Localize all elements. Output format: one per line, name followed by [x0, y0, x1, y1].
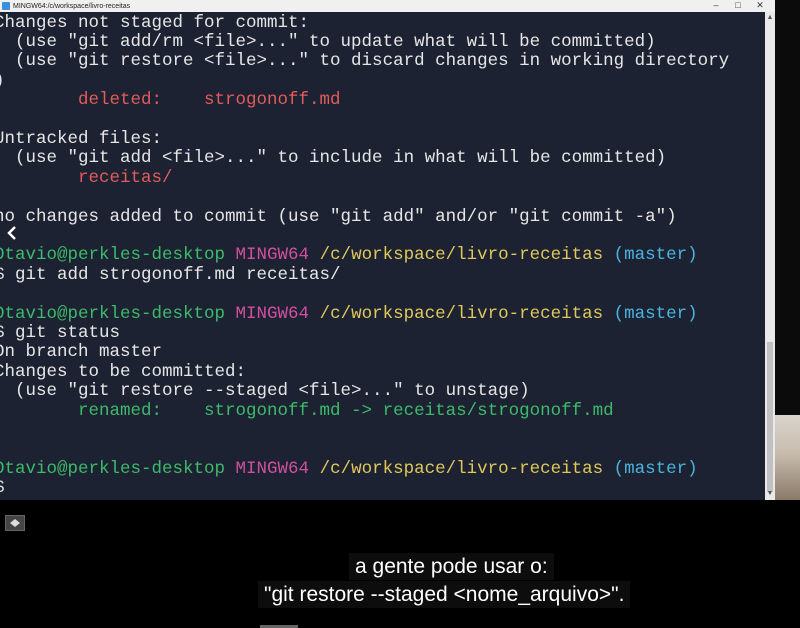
- terminal-line: renamed: strogonoff.md -> receitas/strog…: [0, 401, 614, 421]
- terminal-text-segment: MINGW64: [235, 458, 320, 479]
- terminal-text-segment: /c/workspace/livro-receitas: [319, 245, 614, 266]
- terminal-line: Otavio@perkles-desktop MINGW64 /c/worksp…: [0, 459, 698, 479]
- caption-line-1: a gente pode usar o:: [349, 553, 554, 580]
- terminal-line: $ git status: [0, 323, 120, 343]
- terminal-output[interactable]: Changes not staged for commit: (use "git…: [0, 12, 765, 500]
- scrollbar-thumb[interactable]: [767, 342, 773, 492]
- terminal-text-segment: no changes added to commit (use "git add…: [0, 206, 677, 227]
- terminal-line: (use "git add/rm <file>..." to update wh…: [0, 32, 656, 52]
- terminal-line: (use "git restore --staged <file>..." to…: [0, 381, 530, 401]
- scroll-up-arrow-icon[interactable]: ▲: [765, 12, 775, 24]
- terminal-text-segment: (use "git restore <file>..." to discard …: [0, 51, 730, 72]
- window-controls: – □ ✕: [705, 0, 771, 12]
- terminal-text-segment: (use "git add <file>..." to include in w…: [0, 148, 667, 169]
- terminal-line: On branch master: [0, 342, 162, 362]
- minimize-button[interactable]: –: [705, 0, 727, 12]
- terminal-line: Otavio@perkles-desktop MINGW64 /c/worksp…: [0, 304, 698, 324]
- terminal-line: Otavio@perkles-desktop MINGW64 /c/worksp…: [0, 245, 698, 265]
- terminal-text-segment: ): [0, 71, 5, 91]
- terminal-line: (use "git restore <file>..." to discard …: [0, 51, 729, 71]
- terminal-scrollbar[interactable]: ▲ ▼: [765, 12, 775, 500]
- terminal-text-segment: $ git add strogonoff.md receitas/: [0, 264, 341, 285]
- terminal-line: ): [0, 71, 5, 91]
- expand-icon[interactable]: [5, 515, 25, 531]
- terminal-text-segment: deleted: strogonoff.md: [0, 90, 341, 111]
- terminal-text-segment: Otavio@perkles-desktop: [0, 303, 236, 324]
- terminal-line: receitas/: [0, 168, 173, 188]
- terminal-text-segment: $ git status: [0, 322, 121, 343]
- terminal-text-segment: renamed: strogonoff.md -> receitas/strog…: [0, 400, 614, 421]
- terminal-text-segment: Changes not staged for commit:: [0, 12, 310, 33]
- terminal-line: deleted: strogonoff.md: [0, 90, 341, 110]
- terminal-text-segment: (use "git add/rm <file>..." to update wh…: [0, 31, 656, 52]
- terminal-line: $ git add strogonoff.md receitas/: [0, 265, 341, 285]
- window-titlebar: MINGW64:/c/workspace/livro-receitas – □ …: [0, 0, 775, 12]
- terminal-text-segment: Otavio@perkles-desktop: [0, 458, 236, 479]
- chevron-left-icon[interactable]: [0, 221, 24, 245]
- terminal-text-segment: On branch master: [0, 342, 163, 363]
- terminal-text-segment: (master): [613, 458, 698, 479]
- maximize-button[interactable]: □: [727, 0, 749, 12]
- terminal-text-segment: (master): [613, 303, 698, 324]
- terminal-text-segment: Otavio@perkles-desktop: [0, 245, 236, 266]
- git-bash-icon: [2, 2, 10, 10]
- terminal-text-segment: $: [0, 478, 5, 498]
- terminal-line: Changes not staged for commit:: [0, 13, 309, 33]
- webcam-thumbnail: [775, 415, 800, 500]
- terminal-line: Untracked files:: [0, 129, 162, 149]
- scroll-down-arrow-icon[interactable]: ▼: [765, 488, 775, 500]
- terminal-text-segment: MINGW64: [235, 245, 320, 266]
- terminal-text-segment: Changes to be committed:: [0, 361, 247, 382]
- close-button[interactable]: ✕: [749, 0, 771, 12]
- terminal-line: no changes added to commit (use "git add…: [0, 207, 677, 227]
- terminal-text-segment: receitas/: [0, 167, 173, 188]
- caption-line-2: "git restore --staged <nome_arquivo>".: [258, 581, 631, 608]
- terminal-line: $: [0, 478, 5, 498]
- terminal-text-segment: /c/workspace/livro-receitas: [319, 303, 614, 324]
- terminal-line: Changes to be committed:: [0, 362, 246, 382]
- terminal-line: (use "git add <file>..." to include in w…: [0, 148, 666, 168]
- terminal-text-segment: (use "git restore --staged <file>..." to…: [0, 381, 530, 402]
- terminal-text-segment: (master): [613, 245, 698, 266]
- right-edge: [775, 0, 800, 415]
- terminal-text-segment: /c/workspace/livro-receitas: [319, 458, 614, 479]
- window-title: MINGW64:/c/workspace/livro-receitas: [13, 2, 131, 10]
- terminal-text-segment: MINGW64: [235, 303, 320, 324]
- terminal-text-segment: Untracked files:: [0, 128, 163, 149]
